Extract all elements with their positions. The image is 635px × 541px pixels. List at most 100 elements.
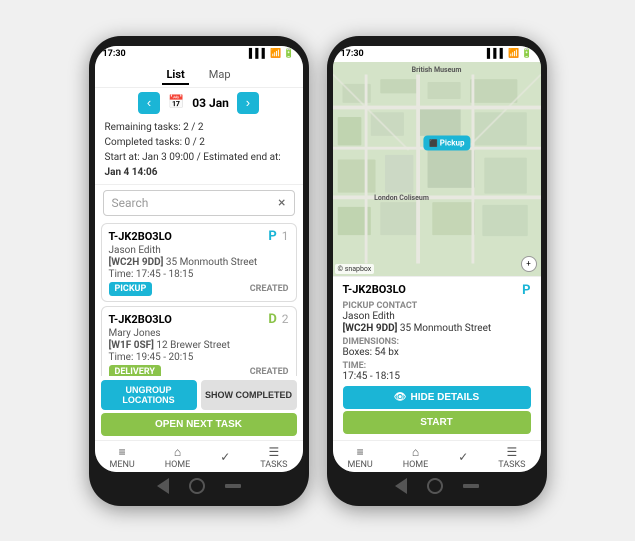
right-phone-bottom <box>333 472 541 496</box>
start-button[interactable]: START <box>343 411 531 434</box>
recent-nav-right[interactable] <box>463 484 479 488</box>
nav-home-right[interactable]: ⌂ HOME <box>403 445 429 470</box>
tasks-list: T-JK2BO3LO P 1 Jason Edith [WC2H 9DD] 35… <box>95 219 303 376</box>
menu-icon-right: ≡ <box>357 445 364 459</box>
detail-dimensions: Boxes: 54 bx <box>343 347 531 358</box>
nav-tasks-left[interactable]: ☰ TASKS <box>260 445 287 470</box>
eye-icon: 👁 <box>394 392 407 403</box>
map-area[interactable]: British Museum London Coliseum Pickup © … <box>333 62 541 276</box>
search-input[interactable]: Search <box>112 196 279 210</box>
snapbox-logo: © snapbox <box>335 264 375 274</box>
nav-menu-left[interactable]: ≡ MENU <box>109 445 134 470</box>
task-priority-1: P <box>268 229 276 244</box>
hide-details-button[interactable]: 👁 HIDE DETAILS <box>343 386 531 409</box>
badge-created-1: CREATED <box>250 284 289 294</box>
left-screen: 17:30 ▌▌▌ 📶 🔋 List Map ‹ 📅 03 Jan › <box>95 46 303 472</box>
pickup-pin[interactable]: Pickup <box>423 135 470 150</box>
right-status-icons: ▌▌▌ 📶 🔋 <box>487 48 533 59</box>
right-phone: 17:30 ▌▌▌ 📶 🔋 <box>327 36 547 506</box>
badge-delivery-2: DELIVERY <box>109 365 161 376</box>
wifi-icon: 📶 <box>270 49 281 59</box>
nav-home-left[interactable]: ⌂ HOME <box>165 445 191 470</box>
check-icon-right: ✓ <box>458 450 468 464</box>
detail-panel: T-JK2BO3LO P Pickup Contact Jason Edith … <box>333 276 541 440</box>
show-completed-button[interactable]: SHOW COMPLETED <box>201 380 297 410</box>
tasks-label-left: TASKS <box>260 460 287 470</box>
map-expand-button[interactable]: + <box>521 256 537 272</box>
search-close-icon[interactable]: × <box>278 195 285 211</box>
tasks-label-right: TASKS <box>498 460 525 470</box>
detail-dimensions-label: Dimensions: <box>343 337 531 347</box>
map-svg <box>333 62 541 276</box>
row-buttons: UNGROUP LOCATIONS SHOW COMPLETED <box>101 380 297 410</box>
home-nav-left[interactable] <box>189 478 205 494</box>
badge-created-2: CREATED <box>250 367 289 376</box>
left-phone: 17:30 ▌▌▌ 📶 🔋 List Map ‹ 📅 03 Jan › <box>89 36 309 506</box>
home-icon-left: ⌂ <box>174 445 181 459</box>
tab-map[interactable]: Map <box>205 66 235 85</box>
detail-person: Jason Edith <box>343 311 531 322</box>
nav-menu-right[interactable]: ≡ MENU <box>347 445 372 470</box>
detail-time-label: Time: <box>343 361 531 371</box>
nav-check-right[interactable]: ✓ <box>458 450 468 464</box>
task-card-2[interactable]: T-JK2BO3LO D 2 Mary Jones [W1F 0SF] 12 B… <box>101 306 297 376</box>
open-next-button[interactable]: OPEN NEXT TASK <box>101 413 297 436</box>
check-icon-left: ✓ <box>220 450 230 464</box>
date-display: 03 Jan <box>192 96 229 110</box>
task-priority-2: D <box>268 312 276 327</box>
left-time: 17:30 <box>103 49 126 59</box>
prev-date-button[interactable]: ‹ <box>138 92 160 114</box>
right-bottom-nav: ≡ MENU ⌂ HOME ✓ ☰ TASKS <box>333 440 541 472</box>
home-label-right: HOME <box>403 460 429 470</box>
remaining-tasks: Remaining tasks: 2 / 2 <box>105 120 293 135</box>
task-person-1: Jason Edith <box>109 245 289 256</box>
task-seq-1: 1 <box>282 229 289 243</box>
tasks-icon-left: ☰ <box>269 445 280 459</box>
left-status-bar: 17:30 ▌▌▌ 📶 🔋 <box>95 46 303 62</box>
right-signal-icon: ▌▌▌ <box>487 48 506 59</box>
status-icons: ▌▌▌ 📶 🔋 <box>249 48 295 59</box>
detail-contact-label: Pickup Contact <box>343 301 531 311</box>
task-footer-2: DELIVERY CREATED <box>109 365 289 376</box>
task-time-1: Time: 17:45 - 18:15 <box>109 269 289 280</box>
london-coliseum-label: London Coliseum <box>374 194 429 202</box>
next-date-button[interactable]: › <box>237 92 259 114</box>
detail-header: T-JK2BO3LO P <box>343 283 531 298</box>
back-nav-left[interactable] <box>157 478 169 494</box>
task-person-2: Mary Jones <box>109 328 289 339</box>
menu-label-left: MENU <box>109 460 134 470</box>
right-time: 17:30 <box>341 49 364 59</box>
ungroup-button[interactable]: UNGROUP LOCATIONS <box>101 380 197 410</box>
recent-nav-left[interactable] <box>225 484 241 488</box>
right-screen: 17:30 ▌▌▌ 📶 🔋 <box>333 46 541 472</box>
nav-check-left[interactable]: ✓ <box>220 450 230 464</box>
bottom-actions: UNGROUP LOCATIONS SHOW COMPLETED OPEN NE… <box>95 376 303 440</box>
search-bar[interactable]: Search × <box>103 190 295 216</box>
detail-priority: P <box>522 283 530 298</box>
task-time-2: Time: 19:45 - 20:15 <box>109 352 289 363</box>
detail-address: [WC2H 9DD] 35 Monmouth Street <box>343 323 531 334</box>
task-header-2: T-JK2BO3LO D 2 <box>109 312 289 327</box>
calendar-icon: 📅 <box>168 95 184 110</box>
menu-label-right: MENU <box>347 460 372 470</box>
left-bottom-nav: ≡ MENU ⌂ HOME ✓ ☰ TASKS <box>95 440 303 472</box>
task-address-2: [W1F 0SF] 12 Brewer Street <box>109 340 289 351</box>
task-id-2: T-JK2BO3LO <box>109 313 172 326</box>
tasks-icon-right: ☰ <box>507 445 518 459</box>
task-card-1[interactable]: T-JK2BO3LO P 1 Jason Edith [WC2H 9DD] 35… <box>101 223 297 302</box>
badge-pickup-1: PICKUP <box>109 282 153 296</box>
back-nav-right[interactable] <box>395 478 407 494</box>
signal-icon: ▌▌▌ <box>249 48 268 59</box>
detail-task-id: T-JK2BO3LO <box>343 283 406 296</box>
right-wifi-icon: 📶 <box>508 49 519 59</box>
date-nav: ‹ 📅 03 Jan › <box>95 88 303 118</box>
completed-tasks: Completed tasks: 0 / 2 <box>105 135 293 150</box>
phones-container: 17:30 ▌▌▌ 📶 🔋 List Map ‹ 📅 03 Jan › <box>79 26 557 516</box>
start-info: Start at: Jan 3 09:00 / Estimated end at… <box>105 150 293 180</box>
task-seq-2: 2 <box>282 312 289 326</box>
home-nav-right[interactable] <box>427 478 443 494</box>
detail-time: 17:45 - 18:15 <box>343 371 531 382</box>
tab-list[interactable]: List <box>162 66 188 85</box>
nav-tasks-right[interactable]: ☰ TASKS <box>498 445 525 470</box>
stats-block: Remaining tasks: 2 / 2 Completed tasks: … <box>95 118 303 185</box>
